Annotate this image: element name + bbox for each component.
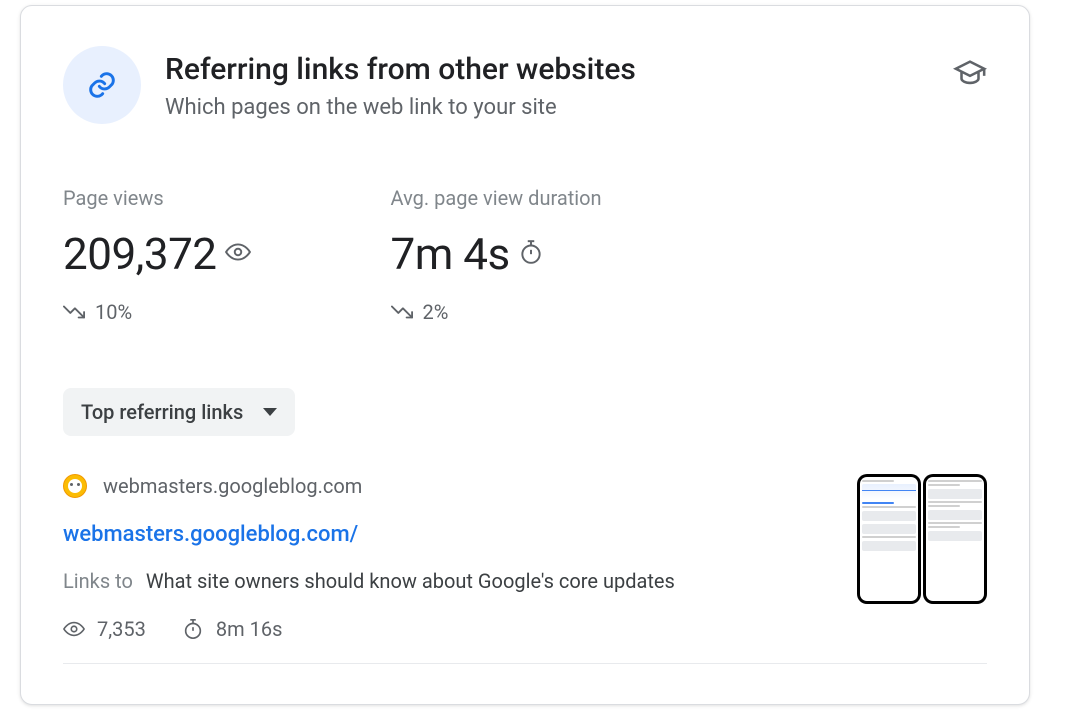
- domain-text: webmasters.googleblog.com: [103, 474, 362, 498]
- chevron-down-icon: [263, 408, 277, 416]
- link-icon: [86, 69, 118, 101]
- referring-url-link[interactable]: webmasters.googleblog.com/: [63, 522, 827, 547]
- card-header: Referring links from other websites Whic…: [63, 46, 987, 124]
- eye-icon: [63, 618, 85, 640]
- link-icon-circle: [63, 46, 141, 124]
- page-thumbnail: [857, 474, 987, 604]
- trend-down-icon: [63, 305, 85, 319]
- duration-metric: Avg. page view duration 7m 4s 2: [391, 186, 602, 324]
- top-referring-links-dropdown[interactable]: Top referring links: [63, 388, 295, 436]
- duration-trend: 2%: [391, 300, 602, 324]
- links-to-row: Links to What site owners should know ab…: [63, 569, 827, 593]
- metrics-row: Page views 209,372 10% Avg. page: [63, 186, 987, 324]
- separator: [63, 663, 987, 664]
- card-title: Referring links from other websites: [165, 50, 929, 89]
- links-to-value: What site owners should know about Googl…: [146, 569, 675, 593]
- link-stats: 7,353 8m 16s: [63, 617, 827, 641]
- views-stat: 7,353: [63, 617, 146, 641]
- page-views-metric: Page views 209,372 10%: [63, 186, 251, 324]
- referring-link-item: webmasters.googleblog.com webmasters.goo…: [63, 474, 987, 641]
- stopwatch-icon: [518, 239, 544, 269]
- page-views-value: 209,372: [63, 228, 217, 280]
- stopwatch-icon: [182, 618, 204, 640]
- links-to-label: Links to: [63, 569, 133, 593]
- duration-stat: 8m 16s: [182, 617, 283, 641]
- duration-value: 7m 4s: [391, 228, 510, 280]
- referring-links-card: Referring links from other websites Whic…: [20, 5, 1030, 705]
- trend-down-icon: [391, 305, 413, 319]
- metric-label: Page views: [63, 186, 251, 210]
- header-text: Referring links from other websites Whic…: [165, 46, 929, 120]
- eye-icon: [225, 239, 251, 269]
- education-icon[interactable]: [953, 46, 987, 94]
- metric-label: Avg. page view duration: [391, 186, 602, 210]
- domain-row: webmasters.googleblog.com: [63, 474, 827, 498]
- dropdown-label: Top referring links: [81, 400, 243, 424]
- favicon-icon: [63, 474, 87, 498]
- card-subtitle: Which pages on the web link to your site: [165, 95, 929, 120]
- page-views-trend: 10%: [63, 300, 251, 324]
